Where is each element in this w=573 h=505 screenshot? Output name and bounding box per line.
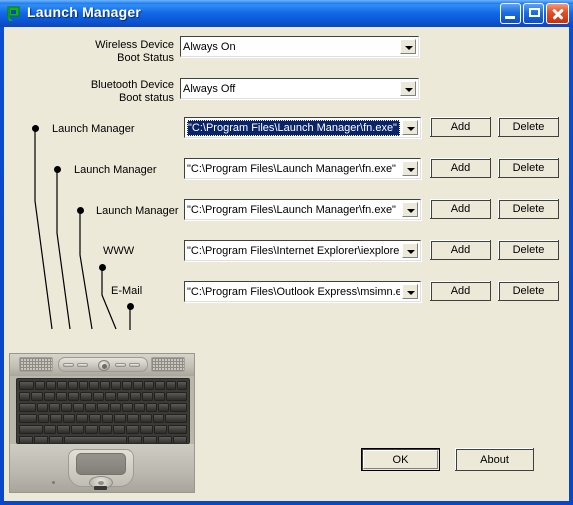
bluetooth-device-boot-status-combo[interactable]: Always Off xyxy=(180,78,419,99)
chevron-down-icon[interactable] xyxy=(402,120,418,135)
callout-dot-5 xyxy=(127,303,134,310)
chevron-down-icon[interactable] xyxy=(400,81,416,96)
titlebar-sheen xyxy=(0,0,573,3)
bluetooth-device-boot-status-label: Bluetooth Device Boot status xyxy=(90,79,174,104)
launch-row-label-1: Launch Manager xyxy=(52,123,135,135)
add-button-3[interactable]: Add xyxy=(430,199,491,219)
laptop-touchpad xyxy=(76,453,126,475)
maximize-button[interactable] xyxy=(523,3,544,24)
launch-manager-icon xyxy=(7,6,20,21)
callout-dot-3 xyxy=(77,207,84,214)
laptop-lid-latch xyxy=(94,486,107,490)
title-bar[interactable]: Launch Manager xyxy=(0,0,573,27)
launch-row-path-value-1: "C:\Program Files\Launch Manager\fn.exe" xyxy=(187,120,400,136)
delete-button-1[interactable]: Delete xyxy=(498,117,559,137)
laptop-keyboard xyxy=(16,378,190,444)
add-button-1[interactable]: Add xyxy=(430,117,491,137)
laptop-status-led xyxy=(52,481,55,484)
callout-dot-4 xyxy=(99,264,106,271)
chevron-down-icon[interactable] xyxy=(402,161,418,176)
launch-row-path-combo-2[interactable]: "C:\Program Files\Launch Manager\fn.exe" xyxy=(184,158,421,179)
laptop-keyboard-photo xyxy=(9,353,195,493)
launch-row-path-value-2: "C:\Program Files\Launch Manager\fn.exe" xyxy=(187,163,396,175)
launch-row-path-combo-5[interactable]: "C:\Program Files\Outlook Express\msimn.… xyxy=(184,281,421,302)
client-area: Wireless Device Boot Status Always On Bl… xyxy=(4,27,569,501)
chevron-down-icon[interactable] xyxy=(402,243,418,258)
launch-row-path-value-5: "C:\Program Files\Outlook Express\msimn.… xyxy=(187,286,400,298)
laptop-launch-key-strip xyxy=(58,357,148,372)
add-button-4[interactable]: Add xyxy=(430,240,491,260)
wireless-device-boot-status-label: Wireless Device Boot Status xyxy=(95,39,174,64)
launch-row-path-combo-4[interactable]: "C:\Program Files\Internet Explorer\iexp… xyxy=(184,240,421,261)
wireless-device-boot-status-combo[interactable]: Always On xyxy=(180,36,419,57)
close-button[interactable] xyxy=(546,3,569,24)
window-title: Launch Manager xyxy=(27,4,142,20)
delete-button-5[interactable]: Delete xyxy=(498,281,559,301)
add-button-2[interactable]: Add xyxy=(430,158,491,178)
launch-row-path-value-3: "C:\Program Files\Launch Manager\fn.exe" xyxy=(187,204,396,216)
minimize-button[interactable] xyxy=(500,3,521,24)
laptop-launch-key-4 xyxy=(129,363,140,367)
screenshot-root: Launch Manager Wireless Device Boot Stat… xyxy=(0,0,573,505)
launch-row-path-combo-3[interactable]: "C:\Program Files\Launch Manager\fn.exe" xyxy=(184,199,421,220)
add-button-5[interactable]: Add xyxy=(430,281,491,301)
titlebar-button-group xyxy=(500,3,569,24)
laptop-launch-key-3 xyxy=(115,363,126,367)
laptop-launch-key-1 xyxy=(63,363,74,367)
wireless-device-boot-status-value: Always On xyxy=(183,41,236,53)
chevron-down-icon[interactable] xyxy=(402,284,418,299)
chevron-down-icon[interactable] xyxy=(402,202,418,217)
callout-dot-2 xyxy=(54,166,61,173)
bluetooth-device-boot-status-value: Always Off xyxy=(183,83,236,95)
delete-button-2[interactable]: Delete xyxy=(498,158,559,178)
laptop-speaker-right xyxy=(151,357,185,372)
chevron-down-icon[interactable] xyxy=(400,39,416,54)
delete-button-3[interactable]: Delete xyxy=(498,199,559,219)
ok-button[interactable]: OK xyxy=(361,448,440,471)
window-frame: Launch Manager Wireless Device Boot Stat… xyxy=(0,0,573,505)
laptop-launch-key-2 xyxy=(77,363,88,367)
launch-row-path-value-4: "C:\Program Files\Internet Explorer\iexp… xyxy=(187,245,400,257)
laptop-speaker-left xyxy=(19,357,53,372)
laptop-power-button xyxy=(98,360,110,371)
launch-row-path-combo-1[interactable]: "C:\Program Files\Launch Manager\fn.exe" xyxy=(184,117,421,138)
delete-button-4[interactable]: Delete xyxy=(498,240,559,260)
about-button[interactable]: About xyxy=(455,448,534,471)
callout-dot-1 xyxy=(32,125,39,132)
